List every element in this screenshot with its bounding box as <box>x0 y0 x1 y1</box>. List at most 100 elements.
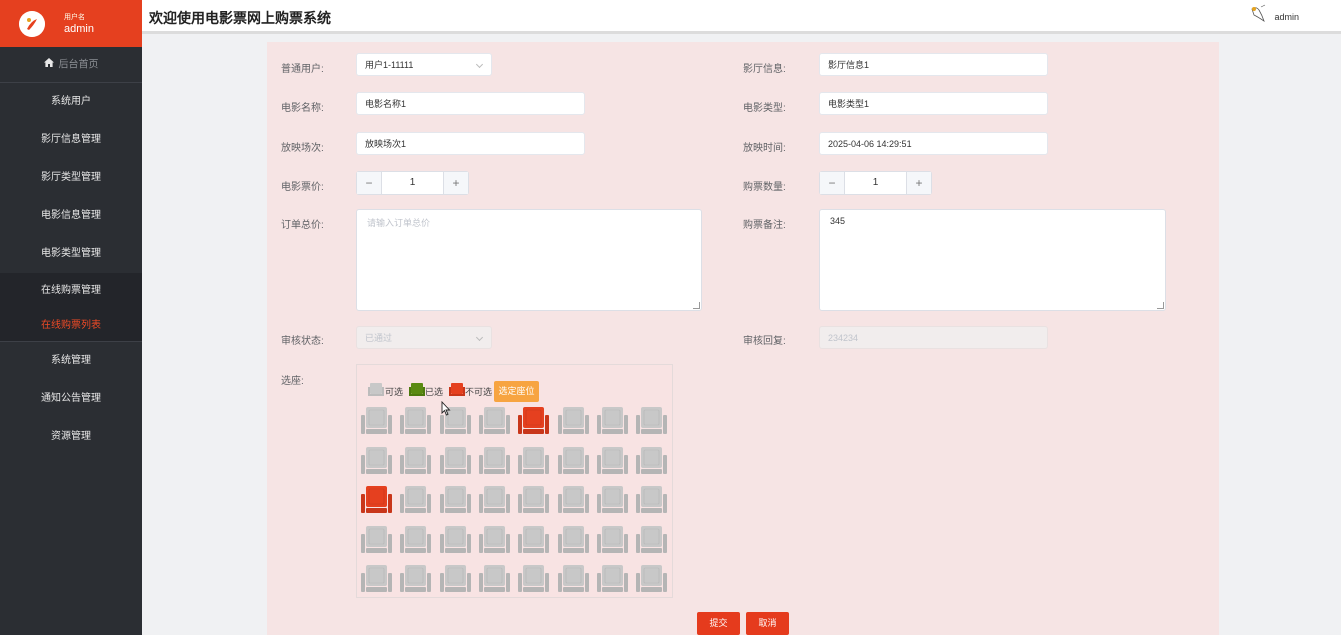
remark-textarea[interactable]: 345 <box>819 209 1166 311</box>
seat-available[interactable] <box>478 525 510 555</box>
seat-available[interactable] <box>439 446 471 476</box>
qty-value[interactable]: 1 <box>845 172 906 194</box>
seat-available[interactable] <box>596 525 628 555</box>
seat-available[interactable] <box>636 485 668 515</box>
seat-label: 选座: <box>281 376 304 387</box>
seat-available[interactable] <box>400 406 432 436</box>
seat-available[interactable] <box>400 446 432 476</box>
movie-type-input[interactable]: 电影类型1 <box>819 92 1048 115</box>
seat-available[interactable] <box>478 446 510 476</box>
seat-available[interactable] <box>557 406 589 436</box>
legend-unavailable-label: 不可选 <box>465 387 493 397</box>
sidebar-item-system-manage[interactable]: 系统管理 <box>0 342 142 380</box>
sidebar-item-resource[interactable]: 资源管理 <box>0 418 142 456</box>
seat-available[interactable] <box>478 564 510 594</box>
total-textarea[interactable]: 请输入订单总价 <box>356 209 702 311</box>
seat-available[interactable] <box>557 485 589 515</box>
header-avatar[interactable] <box>1247 3 1269 25</box>
session-label: 放映场次: <box>281 143 324 154</box>
seat-available[interactable] <box>557 525 589 555</box>
legend-available-icon <box>368 382 384 400</box>
hall-input[interactable]: 影厅信息1 <box>819 53 1048 76</box>
qty-decrement-button[interactable]: − <box>820 172 845 194</box>
resize-handle-icon[interactable] <box>1157 302 1164 309</box>
seat-available[interactable] <box>400 485 432 515</box>
legend-selected-label: 已选 <box>425 387 444 397</box>
sidebar-item-movie-type[interactable]: 电影类型管理 <box>0 235 142 273</box>
movie-name-label: 电影名称: <box>281 103 324 114</box>
avatar[interactable] <box>19 11 45 37</box>
sidebar-item-hall-info[interactable]: 影厅信息管理 <box>0 121 142 159</box>
seat-available[interactable] <box>439 525 471 555</box>
seat-available[interactable] <box>636 525 668 555</box>
header-username[interactable]: admin <box>1274 12 1299 22</box>
remark-label: 购票备注: <box>743 220 786 231</box>
seat-available[interactable] <box>636 564 668 594</box>
price-decrement-button[interactable]: − <box>357 172 382 194</box>
sidebar-item-home[interactable]: 后台首页 <box>0 47 142 83</box>
pick-seat-button[interactable]: 选定座位 <box>494 381 539 402</box>
seat-available[interactable] <box>518 525 550 555</box>
seat-available[interactable] <box>361 406 392 436</box>
qty-stepper[interactable]: − 1 + <box>819 171 932 195</box>
sidebar-item-notice[interactable]: 通知公告管理 <box>0 380 142 418</box>
sidebar-item-hall-type[interactable]: 影厅类型管理 <box>0 159 142 197</box>
seat-available[interactable] <box>361 564 392 594</box>
seat-available[interactable] <box>439 485 471 515</box>
sidebar-item-online-ticket[interactable]: 在线购票管理 <box>0 273 142 309</box>
user-select-value: 用户1-11111 <box>365 60 414 70</box>
seat-available[interactable] <box>518 485 550 515</box>
reply-input: 234234 <box>819 326 1048 349</box>
seat-available[interactable] <box>400 564 432 594</box>
price-stepper[interactable]: − 1 + <box>356 171 469 195</box>
seat-available[interactable] <box>596 564 628 594</box>
seat-available[interactable] <box>478 485 510 515</box>
seat-available[interactable] <box>557 446 589 476</box>
seat-available[interactable] <box>518 564 550 594</box>
sidebar-item-movie-info[interactable]: 电影信息管理 <box>0 197 142 235</box>
price-value[interactable]: 1 <box>382 172 443 194</box>
seat-available[interactable] <box>596 406 628 436</box>
remark-value: 345 <box>830 216 846 226</box>
qty-increment-button[interactable]: + <box>906 172 931 194</box>
total-label: 订单总价: <box>281 220 324 231</box>
seat-available[interactable] <box>361 446 392 476</box>
seat-available[interactable] <box>518 446 550 476</box>
cancel-button[interactable]: 取消 <box>746 612 789 635</box>
sidebar-subitem-ticket-list[interactable]: 在线购票列表 <box>0 309 142 342</box>
movie-name-input[interactable]: 电影名称1 <box>356 92 585 115</box>
home-icon <box>43 47 54 83</box>
status-select: 已通过 <box>356 326 492 349</box>
user-select[interactable]: 用户1-11111 <box>356 53 492 76</box>
seat-available[interactable] <box>361 525 392 555</box>
seat-available[interactable] <box>439 564 471 594</box>
legend-selected-icon <box>409 382 425 400</box>
submit-button[interactable]: 提交 <box>697 612 740 635</box>
time-label: 放映时间: <box>743 143 786 154</box>
session-input[interactable]: 放映场次1 <box>356 132 585 155</box>
seat-available[interactable] <box>596 485 628 515</box>
seat-available[interactable] <box>400 525 432 555</box>
chevron-down-icon <box>475 60 484 69</box>
user-field-label: 普通用户: <box>281 64 324 75</box>
seat-unavailable[interactable] <box>361 485 392 515</box>
seat-available[interactable] <box>636 446 668 476</box>
seat-available[interactable] <box>596 446 628 476</box>
sidebar-header: 用户名 admin <box>0 0 142 47</box>
sidebar-item-home-label: 后台首页 <box>58 59 99 71</box>
seat-available[interactable] <box>557 564 589 594</box>
total-placeholder: 请输入订单总价 <box>367 218 431 228</box>
chevron-down-icon <box>475 333 484 342</box>
status-value: 已通过 <box>365 333 393 343</box>
seat-available[interactable] <box>478 406 510 436</box>
time-input[interactable]: 2025-04-06 14:29:51 <box>819 132 1048 155</box>
movie-type-label: 电影类型: <box>743 103 786 114</box>
page-title: 欢迎使用电影票网上购票系统 <box>149 10 331 26</box>
user-label: 用户名 <box>64 14 85 21</box>
price-increment-button[interactable]: + <box>443 172 468 194</box>
seat-available[interactable] <box>636 406 668 436</box>
qty-label: 购票数量: <box>743 182 786 193</box>
resize-handle-icon[interactable] <box>693 302 700 309</box>
seat-unavailable[interactable] <box>518 406 550 436</box>
sidebar-item-system-users[interactable]: 系统用户 <box>0 83 142 121</box>
